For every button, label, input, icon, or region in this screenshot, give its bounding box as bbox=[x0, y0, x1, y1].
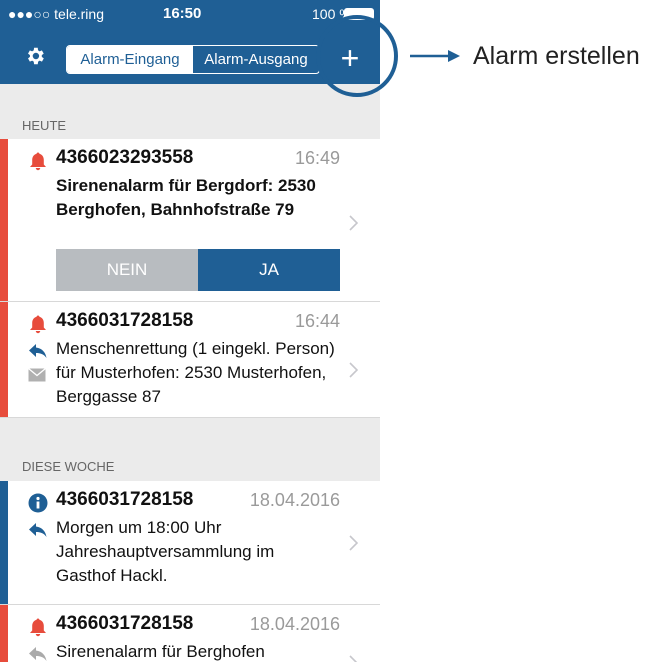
alarm-message: Sirenenalarm für Bergdorf: 2530 Berghofe… bbox=[56, 176, 316, 219]
chevron-right-icon bbox=[349, 655, 358, 662]
item-icons bbox=[28, 617, 50, 662]
bell-icon bbox=[30, 315, 46, 334]
no-button[interactable]: NEIN bbox=[56, 249, 198, 291]
section-header-this-week: DIESE WOCHE bbox=[22, 459, 115, 474]
item-time: 16:44 bbox=[294, 311, 340, 331]
alarm-item[interactable]: 4366031728158 18.04.2016 Sirenenalarm fü… bbox=[0, 605, 380, 662]
annotation-circle bbox=[316, 15, 398, 97]
chevron-right-icon bbox=[349, 535, 358, 551]
phone-screen: ●●●○○ tele.ring 16:50 100 % Alarm-Eingan… bbox=[0, 0, 380, 662]
alarm-message: Menschenrettung (1 eingekl. Person) für … bbox=[56, 339, 335, 406]
item-time: 16:49 bbox=[294, 148, 340, 168]
inbox-outbox-segmented-control: Alarm-Eingang Alarm-Ausgang bbox=[66, 45, 320, 74]
bell-icon bbox=[30, 618, 46, 637]
bell-icon bbox=[30, 152, 46, 171]
alarm-color-bar bbox=[0, 302, 8, 417]
section-header-today: HEUTE bbox=[22, 118, 67, 133]
sender-number: 4366023293558 bbox=[56, 147, 194, 168]
status-time: 16:50 bbox=[163, 5, 202, 22]
yes-button[interactable]: JA bbox=[198, 249, 340, 291]
answer-buttons: NEIN JA bbox=[56, 249, 340, 291]
annotation-label: Alarm erstellen bbox=[473, 42, 640, 70]
carrier-label: ●●●○○ tele.ring bbox=[8, 6, 104, 22]
alarm-color-bar bbox=[0, 605, 8, 662]
sender-number: 4366031728158 bbox=[56, 613, 194, 634]
alarm-message: Sirenenalarm für Berghofen bbox=[56, 642, 265, 661]
reply-icon bbox=[29, 523, 47, 537]
tab-alarm-ausgang[interactable]: Alarm-Ausgang bbox=[193, 46, 319, 73]
chevron-right-icon bbox=[349, 362, 358, 378]
item-icons bbox=[28, 493, 50, 547]
alarm-item[interactable]: 4366031728158 16:44 Menschenrettung (1 e… bbox=[0, 302, 380, 418]
reply-icon bbox=[29, 647, 47, 661]
alarm-item[interactable]: 4366031728158 18.04.2016 Morgen um 18:00… bbox=[0, 481, 380, 605]
alarm-item[interactable]: 4366023293558 16:49 Sirenenalarm für Ber… bbox=[0, 139, 380, 302]
alarm-message: Morgen um 18:00 Uhr Jahreshauptversammlu… bbox=[56, 518, 275, 585]
alarm-color-bar bbox=[0, 139, 8, 301]
info-color-bar bbox=[0, 481, 8, 604]
item-icons bbox=[28, 151, 50, 179]
item-date: 18.04.2016 bbox=[249, 614, 340, 634]
sender-number: 4366031728158 bbox=[56, 489, 194, 510]
info-icon bbox=[28, 493, 48, 513]
tab-alarm-eingang[interactable]: Alarm-Eingang bbox=[67, 46, 193, 73]
annotation-arrow-icon bbox=[410, 50, 460, 62]
sender-number: 4366031728158 bbox=[56, 310, 194, 331]
envelope-icon bbox=[28, 368, 46, 382]
item-date: 18.04.2016 bbox=[249, 490, 340, 510]
status-bar: ●●●○○ tele.ring 16:50 100 % bbox=[0, 0, 380, 26]
reply-icon bbox=[29, 344, 47, 358]
gear-icon[interactable] bbox=[24, 45, 46, 67]
chevron-right-icon bbox=[349, 215, 358, 231]
item-icons bbox=[28, 314, 50, 390]
